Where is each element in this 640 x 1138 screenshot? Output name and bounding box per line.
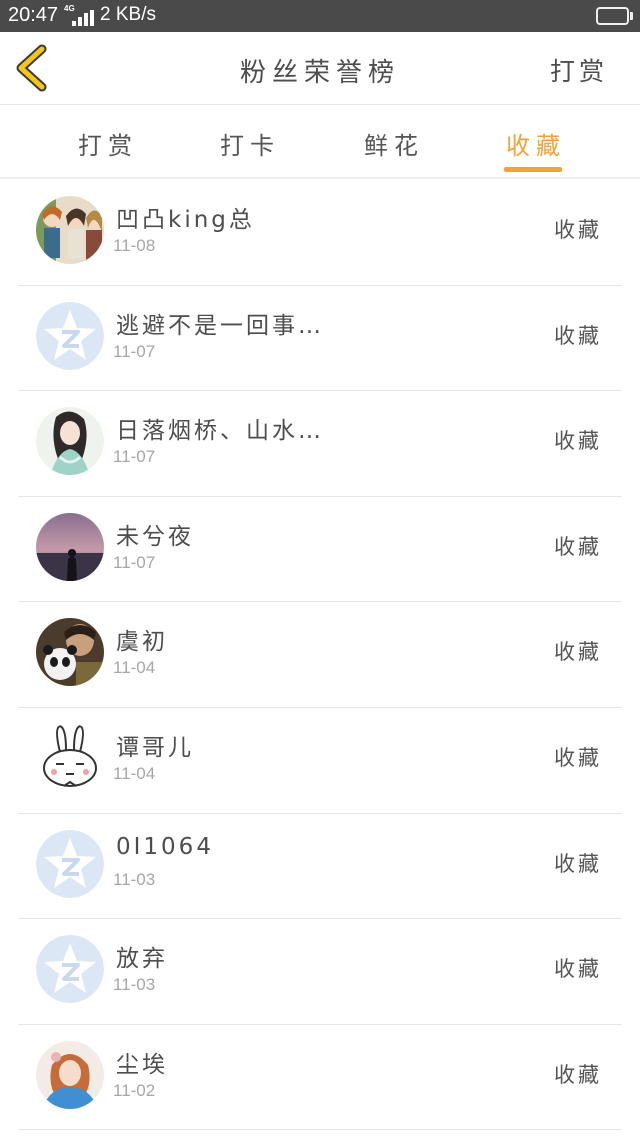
row-divider xyxy=(18,1129,622,1131)
rabbit-cartoon-avatar xyxy=(36,723,104,792)
favorite-label: 收藏 xyxy=(554,534,602,559)
avatar xyxy=(36,301,104,370)
favorite-label: 收藏 xyxy=(554,957,602,982)
panda-photo-avatar xyxy=(36,618,104,687)
fan-name: 谭哥儿 xyxy=(116,734,194,761)
fan-name: 虞初 xyxy=(116,629,168,656)
fan-name: 尘埃 xyxy=(116,1051,168,1078)
fan-date: 11-02 xyxy=(113,1080,156,1100)
list-item[interactable]: 日落烟桥、山水… 11-07 收藏 xyxy=(0,391,640,497)
page-title: 粉丝荣誉榜 xyxy=(239,58,400,88)
avatar xyxy=(36,512,104,581)
active-tab-indicator xyxy=(504,167,562,172)
fan-date: 11-04 xyxy=(113,763,156,783)
fan-date: 11-07 xyxy=(113,341,156,361)
avatar xyxy=(36,407,104,476)
battery-icon: 77 xyxy=(596,7,629,25)
favorite-label: 收藏 xyxy=(554,851,602,876)
fan-name: 放弃 xyxy=(116,946,168,973)
reward-button[interactable]: 打赏 xyxy=(550,52,608,88)
favorite-label: 收藏 xyxy=(554,218,602,242)
status-bar: 20:47 4G 2 KB/s 77 xyxy=(0,0,640,32)
anime-girl-avatar xyxy=(36,407,104,476)
tab-favorites[interactable]: 收藏 xyxy=(476,126,596,161)
tab-flowers[interactable]: 鲜花 xyxy=(334,126,454,161)
fan-name: 未兮夜 xyxy=(116,523,194,550)
battery-level: 77 xyxy=(605,8,620,22)
fan-date: 11-07 xyxy=(113,447,156,467)
fan-name: 凹凸king总 xyxy=(116,207,255,233)
avatar xyxy=(36,723,104,792)
list-item[interactable]: 尘埃 11-02 收藏 xyxy=(0,1025,640,1131)
favorite-label: 收藏 xyxy=(554,745,602,770)
list-item[interactable]: 0I1064 11-03 收藏 xyxy=(0,814,640,920)
default-qq-avatar xyxy=(36,829,104,898)
fan-date: 11-08 xyxy=(113,236,156,255)
favorite-label: 收藏 xyxy=(554,640,602,665)
signal-icon: 4G xyxy=(62,4,94,26)
avatar xyxy=(36,829,104,898)
favorite-label: 收藏 xyxy=(554,323,602,348)
list-item[interactable]: 凹凸king总 11-08 收藏 xyxy=(0,180,640,286)
girl-photo-avatar xyxy=(36,1040,104,1109)
fan-name: 日落烟桥、山水… xyxy=(116,418,324,445)
fan-list: 凹凸king总 11-08 收藏 逃避不是一回事… 11-07 收藏 日落烟桥、… xyxy=(0,180,640,1131)
avatar xyxy=(36,618,104,687)
fan-date: 11-04 xyxy=(113,658,156,678)
list-item[interactable]: 谭哥儿 11-04 收藏 xyxy=(0,708,640,814)
sunset-silhouette-avatar xyxy=(36,512,104,581)
list-item[interactable]: 虞初 11-04 收藏 xyxy=(0,602,640,708)
avatar xyxy=(36,935,104,1004)
avatar xyxy=(36,1040,104,1109)
fan-date: 11-07 xyxy=(113,552,156,572)
status-time: 20:47 xyxy=(8,4,59,26)
default-qq-avatar xyxy=(36,301,104,370)
fan-name: 逃避不是一回事… xyxy=(116,312,324,339)
favorite-label: 收藏 xyxy=(554,1062,602,1087)
illustrated-group-avatar xyxy=(36,196,104,264)
tab-reward[interactable]: 打赏 xyxy=(48,126,168,161)
battery-tip xyxy=(630,12,633,20)
favorite-label: 收藏 xyxy=(554,429,602,454)
list-item[interactable]: 未兮夜 11-07 收藏 xyxy=(0,497,640,603)
list-item[interactable]: 逃避不是一回事… 11-07 收藏 xyxy=(0,286,640,392)
network-speed: 2 KB/s xyxy=(100,4,156,25)
tab-checkin[interactable]: 打卡 xyxy=(190,126,310,161)
fan-date: 11-03 xyxy=(113,975,156,995)
list-item[interactable]: 放弃 11-03 收藏 xyxy=(0,919,640,1025)
fan-date: 11-03 xyxy=(113,869,156,889)
avatar xyxy=(36,196,104,264)
header-bar: 粉丝荣誉榜 打赏 xyxy=(0,32,640,105)
fan-name: 0I1064 xyxy=(116,833,214,860)
default-qq-avatar xyxy=(36,935,104,1004)
